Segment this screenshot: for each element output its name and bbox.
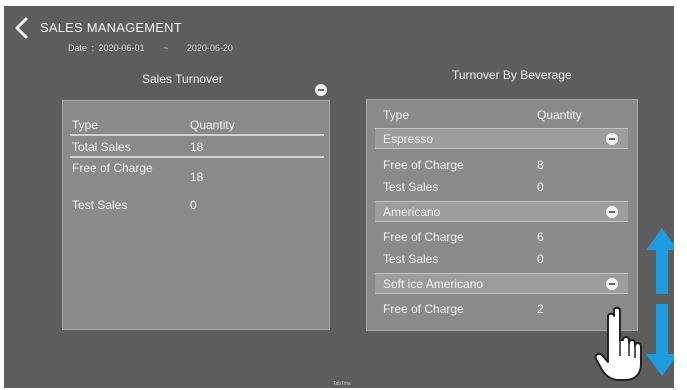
col-quantity-header: Quantity (537, 108, 582, 122)
row-type: Test Sales (72, 198, 128, 212)
row-type: Free of Charge (383, 158, 464, 172)
footer-brand: TabTina (333, 381, 351, 387)
row-quantity: 0 (190, 198, 197, 212)
sales-turnover-panel: Type Quantity Total Sales 18 Free of Cha… (62, 100, 330, 330)
beverage-turnover-title: Turnover By Beverage (452, 68, 572, 82)
scroll-down-arrow-icon[interactable] (646, 304, 674, 376)
page-title: SALES MANAGEMENT (40, 20, 182, 35)
beverage-group-soft-ice-americano[interactable]: Soft ice Americano (375, 273, 628, 294)
scroll-up-arrow-icon[interactable] (646, 228, 674, 294)
row-type: Total Sales (72, 140, 131, 154)
row-quantity: 6 (537, 230, 544, 244)
row-quantity: 2 (537, 302, 544, 316)
col-type-header: Type (72, 118, 99, 132)
row-quantity: 18 (190, 140, 204, 154)
minus-circle-icon[interactable] (606, 133, 618, 145)
group-name: Espresso (383, 132, 434, 146)
sales-turnover-title: Sales Turnover (142, 72, 223, 86)
row-type: Test Sales (383, 180, 439, 194)
col-type-header: Type (383, 108, 410, 122)
beverage-group-americano[interactable]: Americano (375, 201, 628, 222)
date-end: 2020-06-20 (186, 43, 233, 53)
back-chevron-icon[interactable] (13, 17, 29, 39)
date-range: Date : 2020-06-01 ~ 2020-06-20 (68, 43, 247, 53)
minus-circle-icon[interactable] (606, 206, 618, 218)
row-type: Free of Charge (383, 230, 464, 244)
date-start: Date : 2020-06-01 (68, 43, 145, 53)
beverage-turnover-panel: Type Quantity Espresso Free of Charge 8 … (366, 99, 638, 331)
minus-circle-icon[interactable] (315, 84, 327, 96)
row-type: Free of Charge (383, 302, 464, 316)
hand-pointer-icon (594, 306, 642, 381)
row-quantity: 18 (190, 170, 204, 184)
header-divider (70, 134, 324, 136)
sales-management-screen: SALES MANAGEMENT Date : 2020-06-01 ~ 202… (4, 6, 674, 388)
row-quantity: 0 (537, 252, 544, 266)
date-separator: ~ (163, 43, 169, 53)
total-divider (70, 156, 324, 158)
col-quantity-header: Quantity (190, 118, 235, 132)
beverage-group-espresso[interactable]: Espresso (375, 128, 628, 149)
group-name: Americano (383, 205, 441, 219)
minus-circle-icon[interactable] (606, 278, 618, 290)
row-type: Test Sales (383, 252, 439, 266)
row-quantity: 8 (537, 158, 544, 172)
row-quantity: 0 (537, 180, 544, 194)
group-name: Soft ice Americano (383, 277, 484, 291)
row-type: Free of Charge (72, 161, 153, 175)
